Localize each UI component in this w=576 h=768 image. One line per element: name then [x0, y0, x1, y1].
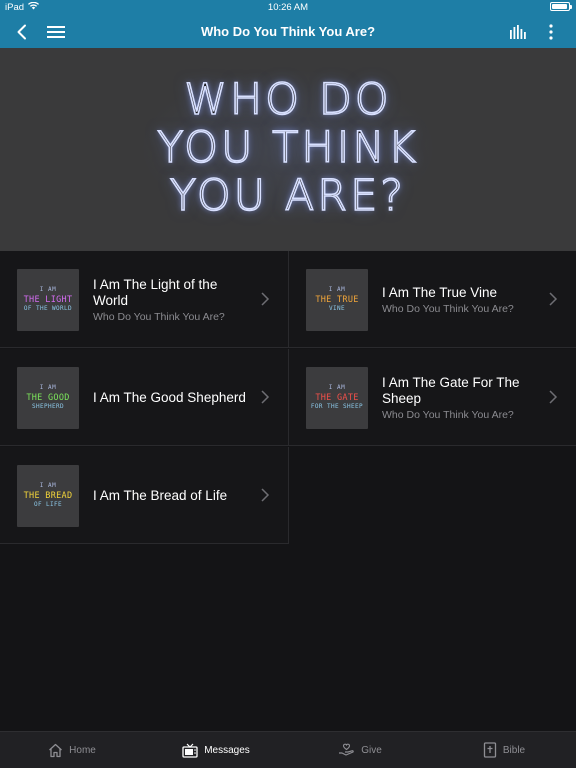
thumb-line-1: I AM — [39, 286, 57, 294]
home-icon — [49, 743, 63, 757]
message-subtitle: Who Do You Think You Are? — [382, 408, 514, 421]
thumb-line-2: THE GATE — [315, 392, 359, 403]
thumb-line-3: OF LIFE — [33, 501, 63, 509]
battery-icon — [550, 2, 572, 11]
hero-neon-text: WHO DO YOU THINK YOU ARE? — [156, 75, 419, 221]
message-card-good-shepherd[interactable]: I AM THE GOOD SHEPHERD I Am The Good She… — [0, 349, 289, 446]
thumb-line-2: THE TRUE — [315, 294, 359, 305]
series-hero-banner: WHO DO YOU THINK YOU ARE? — [0, 48, 576, 251]
message-thumbnail: I AM THE LIGHT OF THE WORLD — [17, 269, 79, 331]
message-title: I Am The Good Shepherd — [93, 389, 246, 405]
message-thumbnail: I AM THE BREAD OF LIFE — [17, 465, 79, 527]
thumb-line-3: OF THE WORLD — [23, 305, 73, 313]
message-title: I Am The True Vine — [382, 284, 498, 300]
card-text: I Am The Good Shepherd — [93, 349, 253, 446]
message-thumbnail: I AM THE GATE FOR THE SHEEP — [306, 367, 368, 429]
thumb-line-2: THE LIGHT — [23, 294, 73, 305]
tab-messages[interactable]: Messages — [144, 732, 288, 768]
message-title: I Am The Gate For The Sheep — [382, 374, 520, 406]
tab-messages-label: Messages — [204, 744, 250, 756]
chevron-right-icon — [261, 292, 270, 306]
audio-button[interactable] — [505, 19, 531, 45]
nav-bar: Who Do You Think You Are? — [0, 15, 576, 48]
chevron-right-icon — [549, 292, 558, 306]
thumb-line-1: I AM — [328, 384, 346, 392]
message-subtitle: Who Do You Think You Are? — [93, 310, 225, 323]
tab-give[interactable]: Give — [288, 732, 432, 768]
message-thumbnail: I AM THE TRUE VINE — [306, 269, 368, 331]
card-text: I Am The True Vine Who Do You Think You … — [382, 251, 542, 348]
tab-bible-label: Bible — [502, 744, 526, 756]
bible-book-icon — [483, 742, 497, 758]
tab-home[interactable]: Home — [0, 732, 144, 768]
status-bar: iPad 10:26 AM — [0, 0, 576, 15]
message-thumbnail: I AM THE GOOD SHEPHERD — [17, 367, 79, 429]
audio-bars-icon — [510, 25, 526, 39]
card-text: I Am The Bread of Life — [93, 447, 253, 544]
thumb-line-1: I AM — [39, 482, 57, 490]
card-text: I Am The Light of the World Who Do You T… — [93, 251, 253, 348]
message-title: I Am The Bread of Life — [93, 487, 228, 503]
thumb-line-3: SHEPHERD — [31, 403, 65, 411]
card-text: I Am The Gate For The Sheep Who Do You T… — [382, 349, 542, 446]
message-card-bread-of-life[interactable]: I AM THE BREAD OF LIFE I Am The Bread of… — [0, 447, 289, 544]
give-hand-icon — [339, 743, 355, 756]
bottom-tab-bar: Home Messages Give Bible — [0, 731, 576, 768]
tab-bible[interactable]: Bible — [432, 732, 576, 768]
app-screen: iPad 10:26 AM Who Do You Think You Are? — [0, 0, 576, 768]
tv-icon — [182, 743, 198, 758]
tab-home-label: Home — [69, 744, 96, 756]
thumb-line-2: THE BREAD — [23, 490, 73, 501]
page-title: Who Do You Think You Are? — [200, 24, 376, 39]
thumb-line-1: I AM — [39, 384, 57, 392]
chevron-right-icon — [261, 390, 270, 404]
status-right — [550, 2, 572, 11]
chevron-right-icon — [261, 488, 270, 502]
message-card-light-of-the-world[interactable]: I AM THE LIGHT OF THE WORLD I Am The Lig… — [0, 251, 289, 348]
message-card-true-vine[interactable]: I AM THE TRUE VINE I Am The True Vine Wh… — [289, 251, 576, 348]
thumb-line-3: FOR THE SHEEP — [310, 403, 364, 411]
thumb-line-1: I AM — [328, 286, 346, 294]
chevron-right-icon — [549, 390, 558, 404]
status-time: 10:26 AM — [267, 2, 309, 13]
message-subtitle: Who Do You Think You Are? — [382, 302, 514, 315]
tab-give-label: Give — [361, 744, 382, 756]
thumb-line-3: VINE — [328, 305, 346, 313]
message-card-gate-for-the-sheep[interactable]: I AM THE GATE FOR THE SHEEP I Am The Gat… — [289, 349, 576, 446]
more-button[interactable] — [538, 19, 564, 45]
more-vertical-icon — [549, 24, 553, 40]
message-title: I Am The Light of the World — [93, 276, 218, 308]
battery-level-fill — [552, 4, 568, 9]
thumb-line-2: THE GOOD — [26, 392, 70, 403]
